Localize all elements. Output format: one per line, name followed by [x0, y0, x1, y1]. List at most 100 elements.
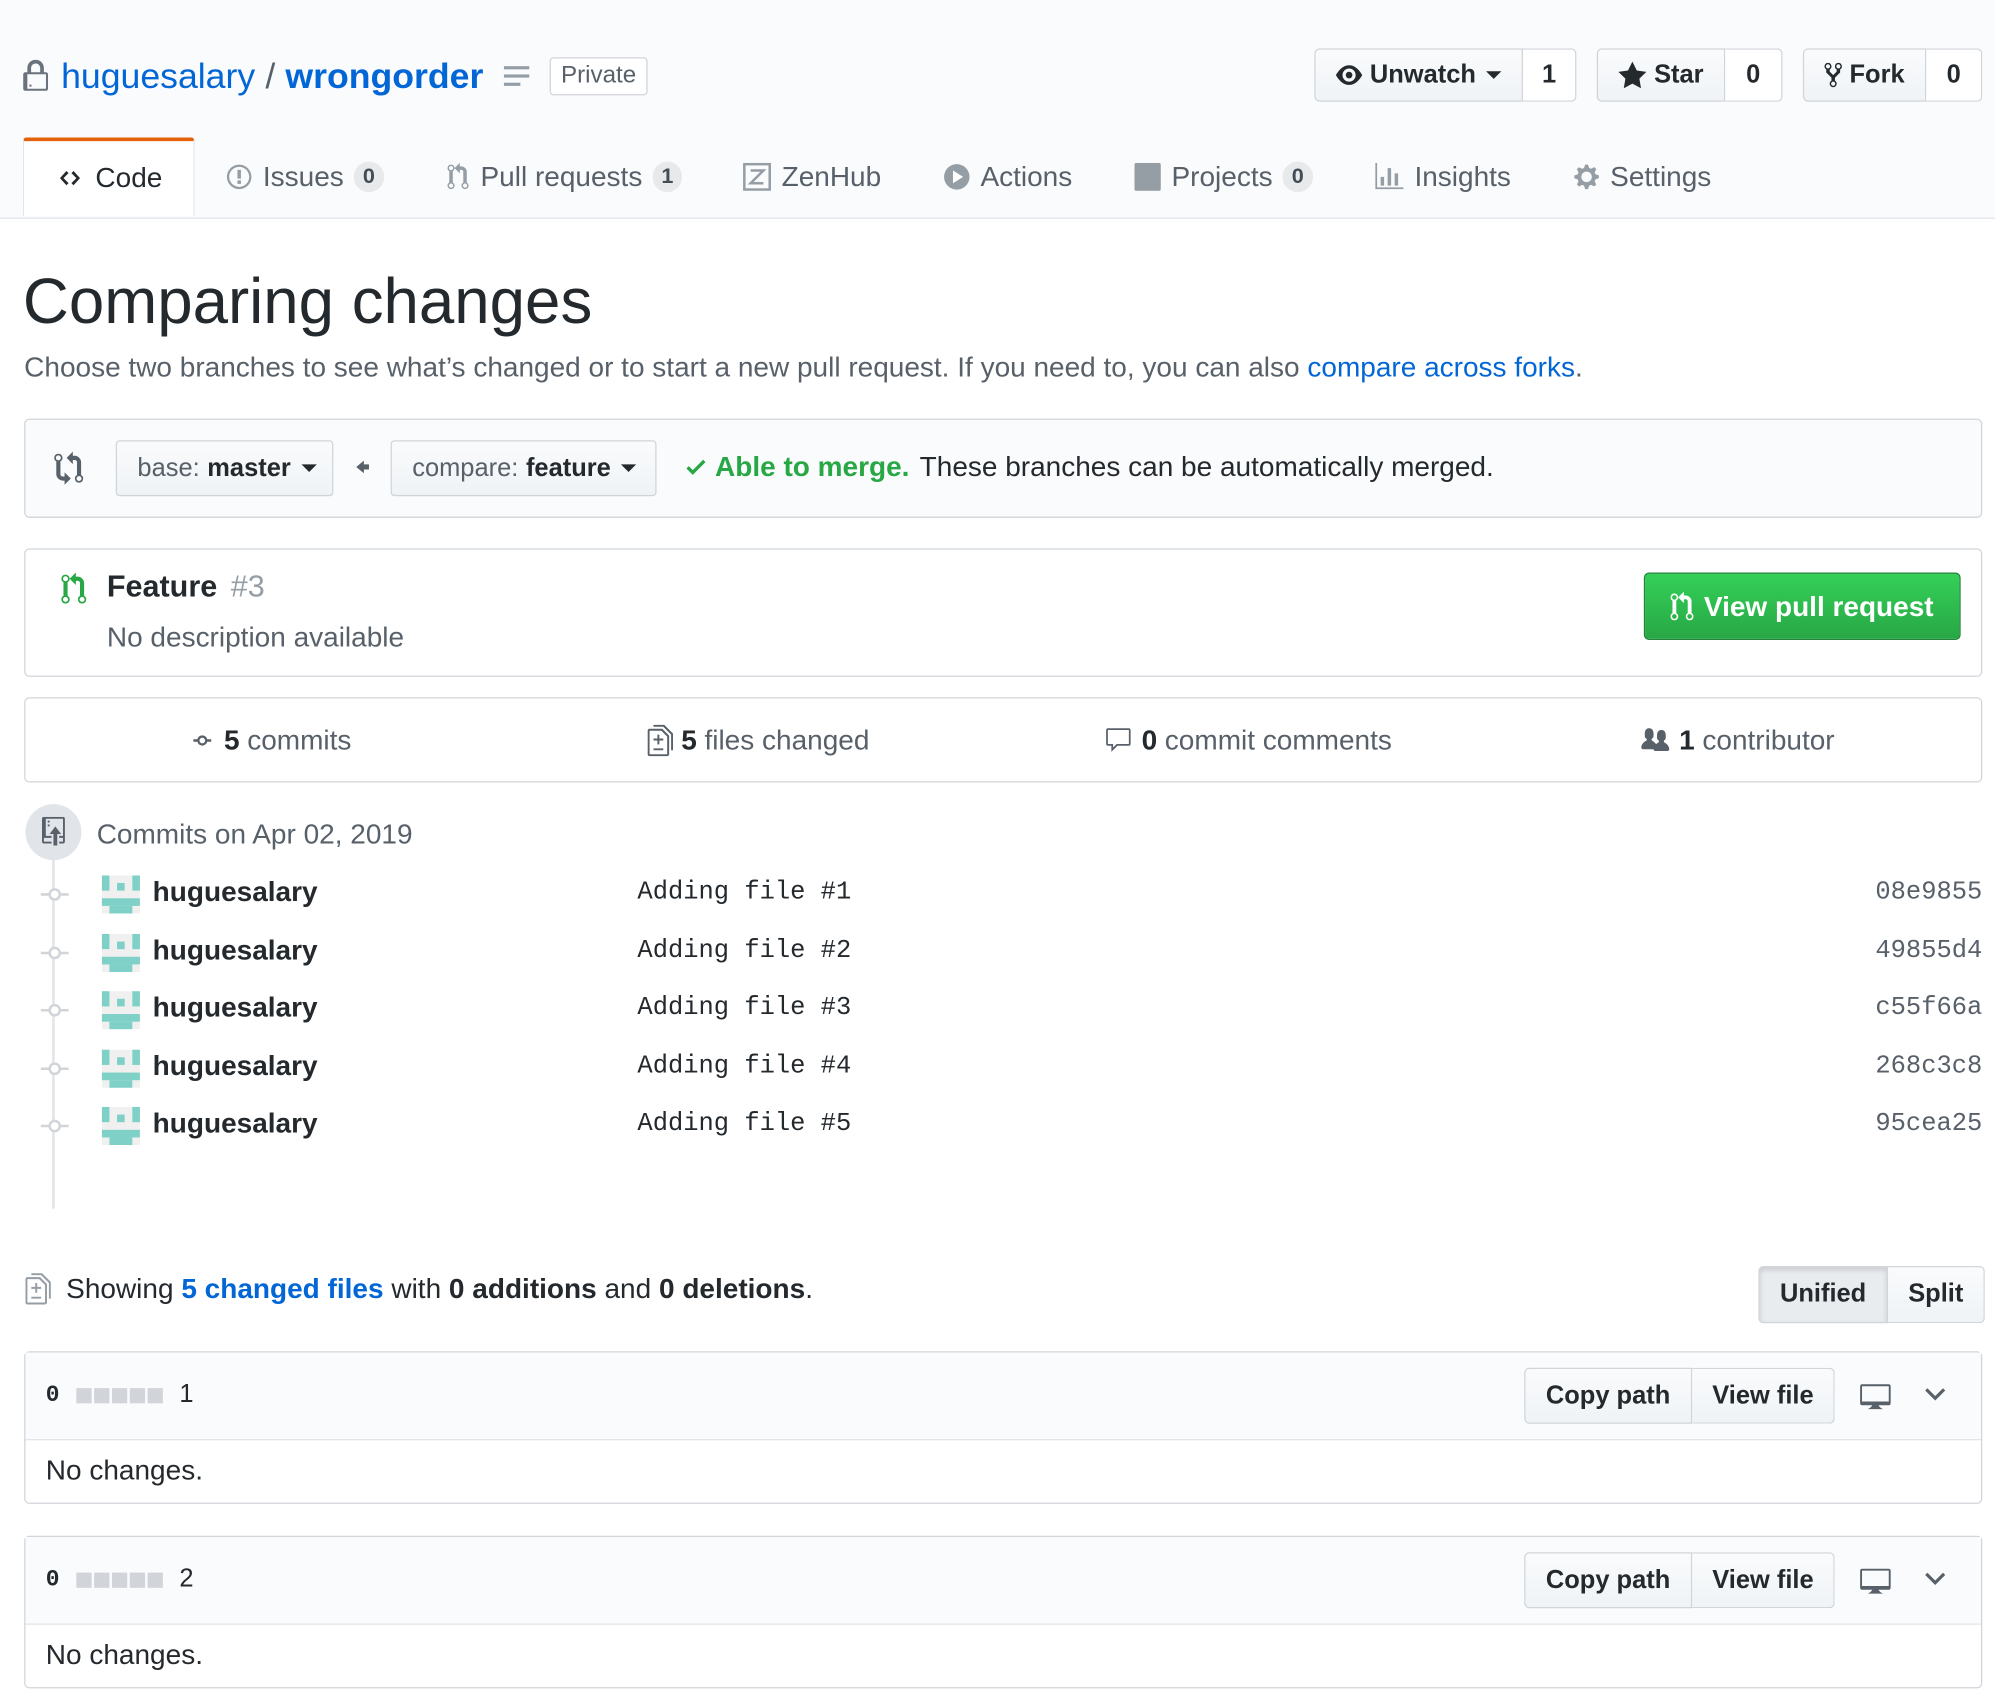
- file-diff: 0 2 Copy path View file No changes.: [24, 1535, 1983, 1689]
- file-header: 0 1 Copy path View file: [25, 1352, 1982, 1441]
- fork-label: Fork: [1849, 60, 1905, 89]
- unwatch-label: Unwatch: [1369, 60, 1476, 89]
- commit-message-link[interactable]: Adding file #1: [637, 878, 851, 907]
- tab-pull-requests-label: Pull requests: [480, 160, 643, 193]
- issue-icon: [226, 164, 251, 190]
- avatar[interactable]: [101, 1049, 140, 1088]
- base-branch-select[interactable]: base: master: [115, 440, 334, 497]
- lock-icon: [23, 59, 49, 91]
- tab-actions[interactable]: Actions: [912, 137, 1103, 216]
- pr-title[interactable]: Feature #3: [107, 570, 265, 606]
- commit-message-link[interactable]: Adding file #2: [637, 936, 851, 965]
- commit-author-link[interactable]: huguesalary: [153, 1049, 318, 1082]
- commits-tab[interactable]: 5 commits: [25, 699, 514, 782]
- chevron-down-icon[interactable]: [1921, 1383, 1949, 1406]
- existing-pull-request: Feature #3 No description available View…: [24, 548, 1983, 677]
- commit-sha-link[interactable]: 268c3c8: [1875, 1052, 1982, 1081]
- avatar[interactable]: [101, 1107, 140, 1146]
- stars-count[interactable]: 0: [1725, 48, 1783, 102]
- commit-sha-link[interactable]: c55f66a: [1875, 994, 1982, 1023]
- tab-projects[interactable]: Projects 0: [1103, 137, 1343, 216]
- list-icon[interactable]: [503, 64, 532, 89]
- tab-settings-label: Settings: [1610, 160, 1712, 193]
- commit-author-link[interactable]: huguesalary: [153, 933, 318, 966]
- additions-count: 0 additions: [448, 1272, 597, 1305]
- view-file-button[interactable]: View file: [1691, 1367, 1836, 1424]
- avatar[interactable]: [101, 933, 140, 972]
- avatar[interactable]: [101, 991, 140, 1030]
- compare-branch-select[interactable]: compare: feature: [390, 440, 657, 497]
- split-button[interactable]: Split: [1887, 1265, 1985, 1324]
- repo-title: huguesalary / wrongorder Private: [23, 51, 648, 102]
- commit-row: huguesalary Adding file #4 268c3c8: [0, 1044, 1995, 1103]
- tab-pull-requests[interactable]: Pull requests 1: [414, 137, 713, 216]
- repo-name-link[interactable]: wrongorder: [285, 56, 483, 97]
- tab-code[interactable]: Code: [22, 137, 195, 217]
- compare-prefix: compare:: [412, 453, 519, 482]
- contributors-tab[interactable]: 1 contributor: [1492, 699, 1981, 782]
- commit-author-link[interactable]: huguesalary: [153, 991, 318, 1024]
- chevron-down-icon[interactable]: [1921, 1567, 1949, 1590]
- copy-path-button[interactable]: Copy path: [1524, 1367, 1692, 1424]
- changed-files-link[interactable]: 5 changed files: [181, 1272, 383, 1305]
- range-editor: base: master compare: feature Able to me…: [24, 418, 1983, 518]
- commit-message-link[interactable]: Adding file #4: [637, 1052, 851, 1081]
- code-icon: [59, 170, 80, 186]
- commit-author-link[interactable]: huguesalary: [153, 1107, 318, 1140]
- commit-dot-icon: [40, 1004, 69, 1017]
- commit-sha-link[interactable]: 08e9855: [1875, 878, 1982, 907]
- commit-message-link[interactable]: Adding file #3: [637, 994, 851, 1023]
- repo-owner-link[interactable]: huguesalary: [61, 56, 255, 97]
- forks-count[interactable]: 0: [1926, 48, 1983, 102]
- tab-zenhub[interactable]: ZenHub: [713, 137, 912, 216]
- view-pull-request-button[interactable]: View pull request: [1643, 572, 1961, 640]
- commit-dot-icon: [40, 946, 69, 959]
- view-pull-request-label: View pull request: [1703, 589, 1934, 622]
- file-name[interactable]: 2: [179, 1565, 193, 1594]
- private-badge: Private: [549, 57, 648, 96]
- comment-icon: [1106, 727, 1131, 752]
- commit-message-link[interactable]: Adding file #5: [637, 1110, 851, 1139]
- star-button[interactable]: Star: [1596, 48, 1726, 102]
- subtitle-end: .: [1574, 351, 1583, 383]
- file-diff: 0 1 Copy path View file No changes.: [24, 1351, 1983, 1504]
- base-prefix: base:: [137, 453, 200, 482]
- commit-author-link[interactable]: huguesalary: [153, 875, 318, 908]
- commits-count: 5: [223, 723, 240, 756]
- tab-code-label: Code: [95, 161, 163, 194]
- desktop-icon[interactable]: [1858, 1565, 1894, 1596]
- copy-path-button[interactable]: Copy path: [1524, 1552, 1692, 1609]
- tab-settings[interactable]: Settings: [1541, 137, 1741, 216]
- tab-insights[interactable]: Insights: [1343, 137, 1541, 216]
- unified-button[interactable]: Unified: [1758, 1265, 1888, 1324]
- file-name[interactable]: 1: [179, 1380, 193, 1409]
- commit-sha-link[interactable]: 95cea25: [1875, 1110, 1982, 1139]
- unwatch-button[interactable]: Unwatch: [1314, 48, 1523, 102]
- commit-sha-link[interactable]: 49855d4: [1875, 936, 1982, 965]
- file-actions: Copy path View file: [1524, 1552, 1836, 1609]
- commit-dot-icon: [40, 1120, 69, 1133]
- view-file-button[interactable]: View file: [1691, 1552, 1836, 1609]
- compare-across-forks-link[interactable]: compare across forks: [1307, 351, 1575, 383]
- tab-projects-label: Projects: [1171, 160, 1273, 193]
- fork-group: Fork 0: [1802, 48, 1983, 104]
- repo-nav: Code Issues 0 Pull requests 1 ZenHub Act…: [22, 137, 1742, 217]
- page-title: Comparing changes: [22, 265, 593, 338]
- fork-button[interactable]: Fork: [1802, 48, 1927, 102]
- avatar[interactable]: [101, 875, 140, 914]
- tab-issues[interactable]: Issues 0: [194, 137, 414, 216]
- tab-insights-label: Insights: [1414, 160, 1511, 193]
- comments-label: commit comments: [1164, 723, 1392, 756]
- files-tab[interactable]: 5 files changed: [514, 699, 1003, 782]
- desktop-icon[interactable]: [1858, 1380, 1894, 1411]
- merge-status: Able to merge. These branches can be aut…: [685, 450, 1494, 483]
- comments-tab[interactable]: 0 commit comments: [1003, 699, 1492, 782]
- contributors-label: contributor: [1702, 723, 1835, 756]
- file-diff-icon: [648, 724, 674, 756]
- watchers-count[interactable]: 1: [1522, 48, 1577, 102]
- comments-count: 0: [1141, 723, 1158, 756]
- repo-separator: /: [265, 55, 276, 96]
- compare-branch: feature: [525, 453, 611, 482]
- diff-view-toggle: Unified Split: [1758, 1265, 1985, 1324]
- merge-status-message: These branches can be automatically merg…: [919, 450, 1494, 483]
